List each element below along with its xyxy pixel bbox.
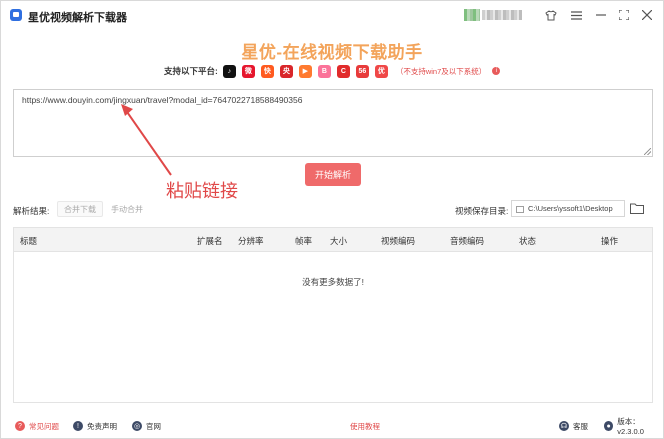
- user-avatar[interactable]: [464, 9, 480, 21]
- result-table: 标题 扩展名 分辨率 帧率 大小 视频编码 音频编码 状态 操作 没有更多数据了…: [13, 227, 653, 403]
- cctv-icon: 央: [279, 64, 293, 78]
- title-bar: 星优视频解析下载器: [1, 1, 663, 29]
- column-header: 操作: [601, 236, 619, 246]
- menu-icon[interactable]: [566, 6, 586, 24]
- platform-label: 支持以下平台:: [164, 66, 218, 76]
- disclaimer-label: 免责声明: [87, 421, 117, 431]
- folder-icon[interactable]: [628, 201, 646, 216]
- weibo-icon: 微: [241, 64, 255, 78]
- tutorial-link[interactable]: 使用教程: [350, 420, 380, 432]
- table-header: 标题 扩展名 分辨率 帧率 大小 视频编码 音频编码 状态 操作: [14, 228, 652, 252]
- paste-link-annotation: 粘贴链接: [166, 181, 238, 201]
- app-title: 星优视频解析下载器: [28, 12, 127, 24]
- website-label: 官网: [146, 421, 161, 431]
- app-logo-icon: [10, 9, 22, 21]
- version-icon: ●: [604, 421, 614, 431]
- platform-icon-list: ♪ 微快央 ▶ B C 56 优: [222, 64, 394, 78]
- app-window: 星优视频解析下载器 星优-在线视频下载助手 支持以下平台: ♪ 微快央 ▶ B C 56 优…: [0, 0, 664, 439]
- column-header: 视频编码: [381, 236, 416, 246]
- shirt-icon[interactable]: [541, 6, 561, 24]
- platform-row: 支持以下平台: ♪ 微快央 ▶ B C 56 优 （不支持win7及以下系统） i: [164, 63, 501, 79]
- bilibili-icon: B: [317, 64, 331, 78]
- user-name-blurred: [482, 10, 522, 20]
- merge-download-button[interactable]: 合并下载: [57, 201, 103, 217]
- version-info: ● 版本：v2.3.0.0: [604, 417, 663, 436]
- 56-icon: 56: [355, 64, 369, 78]
- minimize-icon[interactable]: [591, 6, 611, 24]
- faq-link[interactable]: ? 常见问题: [15, 420, 59, 432]
- globe-icon: ◎: [132, 421, 142, 431]
- annotation-arrow: [121, 104, 172, 176]
- column-header: 分辨率: [238, 236, 264, 246]
- douyin-icon: ♪: [222, 64, 236, 78]
- column-header: 帧率: [295, 236, 313, 246]
- column-header: 扩展名: [197, 236, 223, 246]
- close-icon[interactable]: [637, 6, 657, 24]
- result-label: 解析结果:: [13, 206, 50, 216]
- acfun-icon: C: [336, 64, 350, 78]
- question-icon: ?: [15, 421, 25, 431]
- start-parse-button[interactable]: 开始解析: [305, 163, 361, 186]
- save-dir-label: 视频保存目录:: [455, 206, 509, 216]
- headset-icon: ☊: [559, 421, 569, 431]
- folder-small-icon: [516, 206, 524, 213]
- shield-icon: !: [73, 421, 83, 431]
- save-dir-value: C:\Users\yssoft1\Desktop: [528, 204, 613, 213]
- empty-message: 没有更多数据了!: [302, 277, 364, 287]
- maximize-icon[interactable]: [614, 6, 634, 24]
- info-icon[interactable]: i: [492, 67, 501, 75]
- service-link[interactable]: ☊ 客服: [559, 420, 588, 432]
- tencent-video-icon: ▶: [298, 64, 312, 78]
- manual-merge-button[interactable]: 手动合并: [104, 201, 150, 217]
- service-label: 客服: [573, 421, 588, 431]
- faq-label: 常见问题: [29, 421, 59, 431]
- column-header: 标题: [20, 236, 38, 246]
- column-header: 大小: [330, 236, 348, 246]
- save-dir-field[interactable]: C:\Users\yssoft1\Desktop: [511, 200, 625, 217]
- website-link[interactable]: ◎ 官网: [132, 420, 161, 432]
- resize-grip-icon[interactable]: [644, 148, 651, 155]
- kuaishou-icon: 快: [260, 64, 274, 78]
- column-header: 音频编码: [450, 236, 485, 246]
- version-label: 版本：v2.3.0.0: [617, 417, 644, 436]
- youku-icon: 优: [374, 64, 388, 78]
- column-header: 状态: [519, 236, 537, 246]
- disclaimer-link[interactable]: ! 免责声明: [73, 420, 117, 432]
- platform-note: （不支持win7及以下系统）: [395, 66, 487, 76]
- url-input[interactable]: [13, 89, 653, 157]
- page-headline: 星优-在线视频下载助手: [241, 43, 423, 62]
